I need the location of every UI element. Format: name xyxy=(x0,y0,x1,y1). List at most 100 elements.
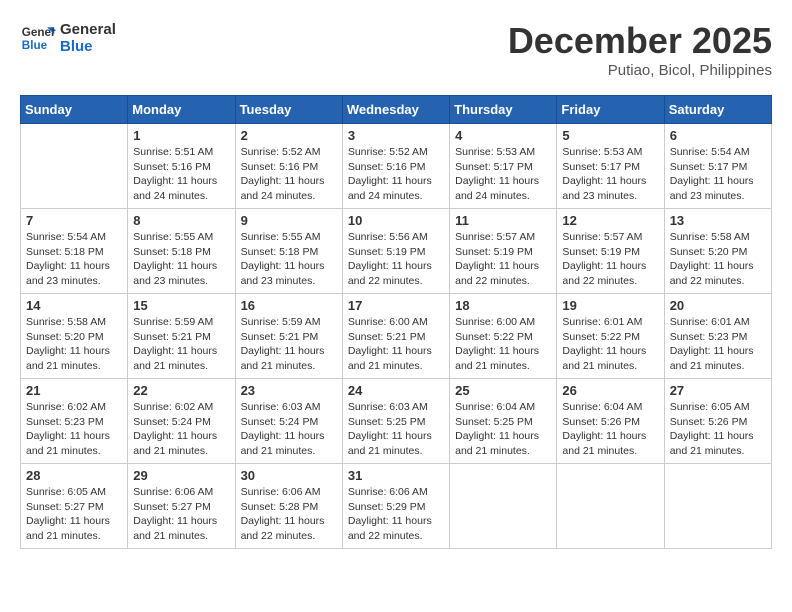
day-info: Sunrise: 5:57 AMSunset: 5:19 PMDaylight:… xyxy=(455,230,551,289)
location: Putiao, Bicol, Philippines xyxy=(508,62,772,79)
calendar-cell: 12Sunrise: 5:57 AMSunset: 5:19 PMDayligh… xyxy=(557,209,664,294)
day-info: Sunrise: 6:03 AMSunset: 5:24 PMDaylight:… xyxy=(241,400,337,459)
day-number: 27 xyxy=(670,383,766,398)
day-info: Sunrise: 6:06 AMSunset: 5:29 PMDaylight:… xyxy=(348,485,444,544)
day-number: 29 xyxy=(133,468,229,483)
calendar-cell: 11 Sunrise: 5:57 AMSunset: 5:19 PMDayligh… xyxy=(450,209,557,294)
week-row-5: 28 Sunrise: 6:05 AMSunset: 5:27 PMDayligh… xyxy=(21,464,772,549)
calendar-cell: 16 Sunrise: 5:59 AMSunset: 5:21 PMDayligh… xyxy=(235,294,342,379)
day-info: Sunrise: 6:03 AMSunset: 5:25 PMDaylight:… xyxy=(348,400,444,459)
day-number: 17 xyxy=(348,298,444,313)
svg-text:Blue: Blue xyxy=(22,39,48,52)
calendar-cell: 18Sunrise: 6:00 AMSunset: 5:22 PMDayligh… xyxy=(450,294,557,379)
day-info: Sunrise: 6:06 AMSunset: 5:27 PMDaylight:… xyxy=(133,485,229,544)
day-info: Sunrise: 5:52 AMSunset: 5:16 PMDaylight:… xyxy=(241,145,337,204)
calendar-cell: 5 Sunrise: 5:53 AMSunset: 5:17 PMDaylight… xyxy=(557,124,664,209)
calendar-cell: 31 Sunrise: 6:06 AMSunset: 5:29 PMDayligh… xyxy=(342,464,449,549)
logo-icon: General Blue xyxy=(20,20,56,56)
calendar-cell: 19 Sunrise: 6:01 AMSunset: 5:22 PMDayligh… xyxy=(557,294,664,379)
week-row-4: 21 Sunrise: 6:02 AMSunset: 5:23 PMDayligh… xyxy=(21,379,772,464)
calendar-cell xyxy=(557,464,664,549)
calendar-cell: 6 Sunrise: 5:54 AMSunset: 5:17 PMDaylight… xyxy=(664,124,771,209)
calendar-cell xyxy=(21,124,128,209)
day-number: 19 xyxy=(562,298,658,313)
calendar-cell: 27Sunrise: 6:05 AMSunset: 5:26 PMDayligh… xyxy=(664,379,771,464)
day-info: Sunrise: 6:05 AMSunset: 5:27 PMDaylight:… xyxy=(26,485,122,544)
day-info: Sunrise: 5:53 AMSunset: 5:17 PMDaylight:… xyxy=(562,145,658,204)
day-number: 30 xyxy=(241,468,337,483)
weekday-header-monday: Monday xyxy=(128,96,235,124)
calendar-cell: 10 Sunrise: 5:56 AMSunset: 5:19 PMDayligh… xyxy=(342,209,449,294)
day-number: 8 xyxy=(133,213,229,228)
day-number: 11 xyxy=(455,213,551,228)
day-number: 21 xyxy=(26,383,122,398)
day-info: Sunrise: 5:53 AMSunset: 5:17 PMDaylight:… xyxy=(455,145,551,204)
day-number: 26 xyxy=(562,383,658,398)
day-info: Sunrise: 5:51 AMSunset: 5:16 PMDaylight:… xyxy=(133,145,229,204)
day-info: Sunrise: 5:55 AMSunset: 5:18 PMDaylight:… xyxy=(133,230,229,289)
calendar-cell: 26Sunrise: 6:04 AMSunset: 5:26 PMDayligh… xyxy=(557,379,664,464)
day-number: 6 xyxy=(670,128,766,143)
page-header: General Blue General Blue December 2025 … xyxy=(20,20,772,79)
weekday-header-thursday: Thursday xyxy=(450,96,557,124)
day-number: 25 xyxy=(455,383,551,398)
calendar-cell: 8 Sunrise: 5:55 AMSunset: 5:18 PMDaylight… xyxy=(128,209,235,294)
day-info: Sunrise: 6:01 AMSunset: 5:22 PMDaylight:… xyxy=(562,315,658,374)
day-info: Sunrise: 5:57 AMSunset: 5:19 PMDaylight:… xyxy=(562,230,658,289)
day-number: 1 xyxy=(133,128,229,143)
day-number: 16 xyxy=(241,298,337,313)
calendar-cell: 13 Sunrise: 5:58 AMSunset: 5:20 PMDayligh… xyxy=(664,209,771,294)
calendar-cell: 4 Sunrise: 5:53 AMSunset: 5:17 PMDaylight… xyxy=(450,124,557,209)
day-info: Sunrise: 5:59 AMSunset: 5:21 PMDaylight:… xyxy=(241,315,337,374)
calendar-cell: 23 Sunrise: 6:03 AMSunset: 5:24 PMDayligh… xyxy=(235,379,342,464)
calendar-cell: 25 Sunrise: 6:04 AMSunset: 5:25 PMDayligh… xyxy=(450,379,557,464)
day-number: 14 xyxy=(26,298,122,313)
day-number: 22 xyxy=(133,383,229,398)
calendar-cell: 24 Sunrise: 6:03 AMSunset: 5:25 PMDayligh… xyxy=(342,379,449,464)
day-number: 24 xyxy=(348,383,444,398)
day-number: 15 xyxy=(133,298,229,313)
calendar-cell: 15Sunrise: 5:59 AMSunset: 5:21 PMDayligh… xyxy=(128,294,235,379)
day-number: 13 xyxy=(670,213,766,228)
calendar-cell xyxy=(664,464,771,549)
day-number: 23 xyxy=(241,383,337,398)
weekday-header-friday: Friday xyxy=(557,96,664,124)
calendar-cell: 17 Sunrise: 6:00 AMSunset: 5:21 PMDayligh… xyxy=(342,294,449,379)
day-number: 2 xyxy=(241,128,337,143)
day-info: Sunrise: 5:54 AMSunset: 5:17 PMDaylight:… xyxy=(670,145,766,204)
title-block: December 2025 Putiao, Bicol, Philippines xyxy=(508,20,772,79)
calendar-cell: 9Sunrise: 5:55 AMSunset: 5:18 PMDaylight… xyxy=(235,209,342,294)
calendar-cell: 7Sunrise: 5:54 AMSunset: 5:18 PMDaylight… xyxy=(21,209,128,294)
calendar-cell: 29 Sunrise: 6:06 AMSunset: 5:27 PMDayligh… xyxy=(128,464,235,549)
day-info: Sunrise: 6:01 AMSunset: 5:23 PMDaylight:… xyxy=(670,315,766,374)
day-number: 31 xyxy=(348,468,444,483)
calendar-cell xyxy=(450,464,557,549)
day-info: Sunrise: 6:02 AMSunset: 5:23 PMDaylight:… xyxy=(26,400,122,459)
week-row-2: 7Sunrise: 5:54 AMSunset: 5:18 PMDaylight… xyxy=(21,209,772,294)
day-info: Sunrise: 6:06 AMSunset: 5:28 PMDaylight:… xyxy=(241,485,337,544)
weekday-header-wednesday: Wednesday xyxy=(342,96,449,124)
day-info: Sunrise: 5:52 AMSunset: 5:16 PMDaylight:… xyxy=(348,145,444,204)
day-number: 10 xyxy=(348,213,444,228)
day-info: Sunrise: 6:00 AMSunset: 5:22 PMDaylight:… xyxy=(455,315,551,374)
weekday-header-tuesday: Tuesday xyxy=(235,96,342,124)
weekday-header-sunday: Sunday xyxy=(21,96,128,124)
day-number: 4 xyxy=(455,128,551,143)
day-info: Sunrise: 5:54 AMSunset: 5:18 PMDaylight:… xyxy=(26,230,122,289)
day-number: 9 xyxy=(241,213,337,228)
calendar-cell: 22 Sunrise: 6:02 AMSunset: 5:24 PMDayligh… xyxy=(128,379,235,464)
calendar-cell: 1 Sunrise: 5:51 AMSunset: 5:16 PMDaylight… xyxy=(128,124,235,209)
day-number: 5 xyxy=(562,128,658,143)
day-info: Sunrise: 6:02 AMSunset: 5:24 PMDaylight:… xyxy=(133,400,229,459)
logo-general-text: General xyxy=(60,21,116,38)
day-info: Sunrise: 6:00 AMSunset: 5:21 PMDaylight:… xyxy=(348,315,444,374)
calendar-cell: 21 Sunrise: 6:02 AMSunset: 5:23 PMDayligh… xyxy=(21,379,128,464)
calendar-cell: 2 Sunrise: 5:52 AMSunset: 5:16 PMDaylight… xyxy=(235,124,342,209)
day-info: Sunrise: 6:04 AMSunset: 5:25 PMDaylight:… xyxy=(455,400,551,459)
weekday-header-row: SundayMondayTuesdayWednesdayThursdayFrid… xyxy=(21,96,772,124)
day-info: Sunrise: 5:58 AMSunset: 5:20 PMDaylight:… xyxy=(670,230,766,289)
day-number: 28 xyxy=(26,468,122,483)
calendar-cell: 3Sunrise: 5:52 AMSunset: 5:16 PMDaylight… xyxy=(342,124,449,209)
day-info: Sunrise: 5:56 AMSunset: 5:19 PMDaylight:… xyxy=(348,230,444,289)
week-row-1: 1 Sunrise: 5:51 AMSunset: 5:16 PMDaylight… xyxy=(21,124,772,209)
